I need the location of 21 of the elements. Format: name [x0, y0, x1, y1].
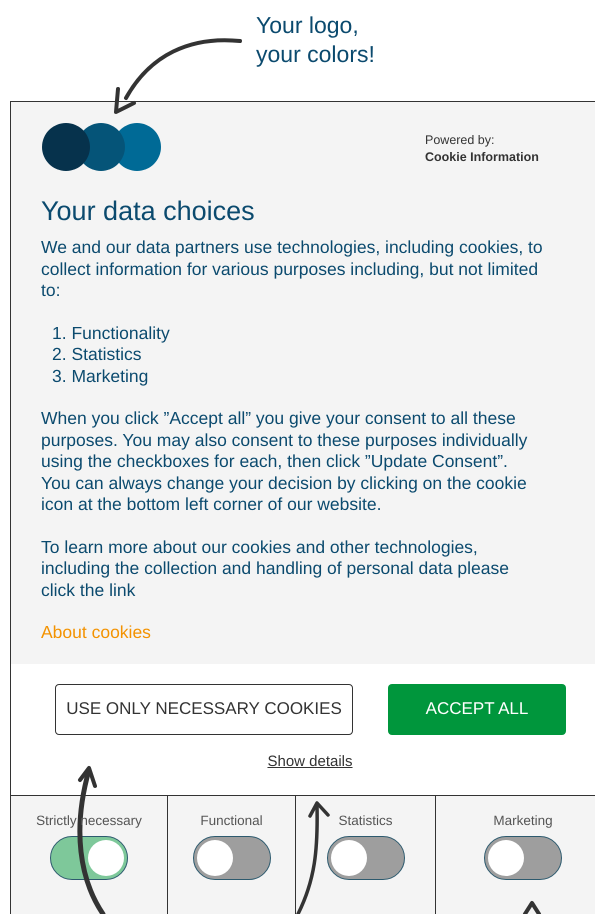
toggle-switch[interactable]: [50, 836, 128, 880]
callout-text: Your logo, your colors!: [256, 11, 376, 69]
necessary-cookies-button[interactable]: USE ONLY NECESSARY COOKIES: [55, 684, 353, 734]
toggle-switch[interactable]: [326, 836, 404, 880]
purpose-item: 1. Functionality: [52, 322, 171, 344]
purpose-item: 2. Statistics: [52, 344, 143, 366]
category-label: Functional: [200, 812, 263, 830]
intro-text: We and our data partners use technologies, including cookies, to collect information for various purposes including, but not limited to:: [41, 237, 544, 302]
purpose-item: 3. Marketing: [52, 366, 150, 387]
consent-text: When you click ”Accept all” you give your consent to all these purposes. You may also consent to these purposes individually using the checkboxes for each, then click ”Update Consent”. You can always change your decision by clicking on the cookie icon at the bottom left corner of our website.: [41, 408, 528, 516]
provider-name: Cookie Information: [425, 149, 540, 166]
toggle-switch[interactable]: [484, 836, 562, 880]
powered-by-label: Powered by:: [425, 132, 496, 149]
category-label: Statistics: [338, 812, 392, 830]
banner-title: Your data choices: [41, 195, 256, 228]
consent-text: To learn more about our cookies and other technologies, including the collection and handling of personal data please click the link: [41, 536, 510, 601]
category-label: Marketing: [493, 812, 553, 830]
logo-icon: [41, 122, 161, 172]
accept-all-button[interactable]: ACCEPT ALL: [388, 684, 566, 734]
toggle-switch[interactable]: [192, 836, 270, 880]
show-details-link[interactable]: Show details: [267, 750, 353, 773]
